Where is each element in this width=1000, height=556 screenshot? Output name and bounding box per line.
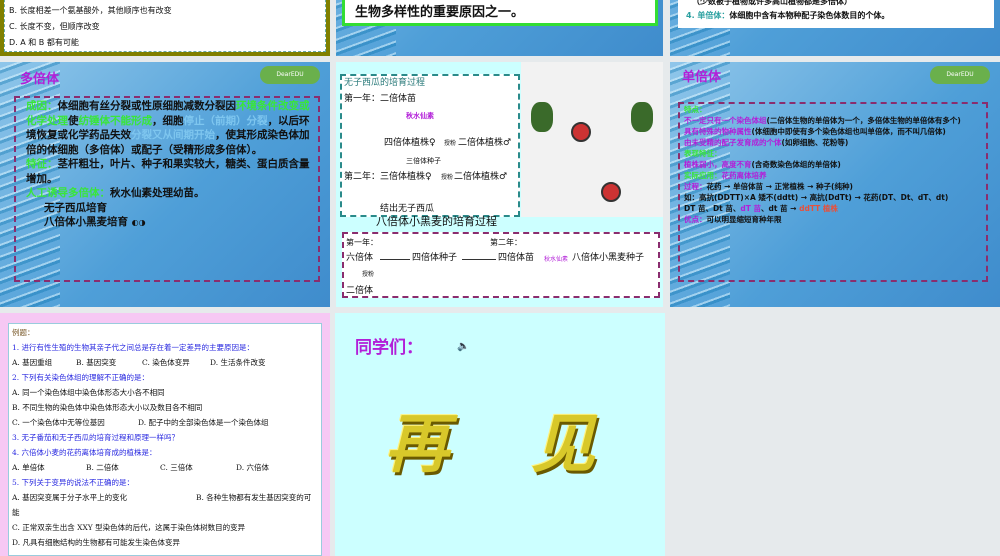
pollination: 授粉: [444, 140, 457, 147]
option: A. 单倍体: [12, 463, 45, 472]
cause-highlight: 纺锤体不能形成: [78, 114, 153, 127]
cause-faint: 分裂又从间期开始: [131, 129, 215, 141]
feature-label: 特征：: [26, 158, 58, 170]
app-text: 花药离体培养: [721, 171, 767, 180]
pollination: 授粉: [441, 174, 454, 181]
octoploid-seed: 八倍体小黑麦种子: [572, 253, 645, 263]
cause-label: 成因：: [26, 100, 58, 112]
option: B. 二倍体: [86, 463, 119, 472]
item-watermelon: 无子西瓜培育: [44, 201, 107, 214]
app-label: 实际应用：: [684, 171, 722, 180]
induce-label: 人工诱导多倍体：: [26, 187, 110, 199]
process-label: 过程：: [684, 182, 707, 191]
show-label: 表现特征：: [684, 149, 722, 158]
tetraploid: 四倍体植株♀: [384, 138, 436, 148]
option-b: B. 长度相差一个氨基酸外，其他顺序也有改变: [9, 6, 172, 15]
speaker-icon: 🔈: [457, 341, 470, 352]
feature-text: 茎杆粗壮，叶片、种子和果实较大，糖类、蛋白质含量增加。: [26, 158, 310, 185]
option-d: D. A 和 B 都有可能: [9, 38, 79, 47]
slide-thumbnail-4[interactable]: DearEDU 多倍体 成因：体细胞有丝分裂或性原细胞减数分裂因环境条件改变或化…: [0, 62, 330, 307]
pollination: 授粉: [362, 271, 375, 278]
box2-title: 八倍体小黑麦的培育过程: [376, 215, 497, 228]
dearedu-logo: DearEDU: [930, 66, 990, 84]
slide-thumbnail-1[interactable]: B. 长度相差一个氨基酸外，其他顺序也有改变 C. 长度不变，但顺序改变 D. …: [0, 0, 330, 56]
year2: 第二年：: [490, 238, 522, 247]
slide-text: （少数被子植物或许多高山植物都是多倍体）: [692, 0, 852, 6]
option: D. 配子中的全部染色体是一个染色体组: [138, 418, 269, 427]
advantage-label: 优点：: [684, 215, 707, 224]
slide-thumbnail-5[interactable]: 无子西瓜的培育过程 第一年：二倍体苗 秋水仙素 四倍体植株♀ 授粉 二倍体植株♂…: [336, 62, 663, 307]
cause-text: 使: [68, 114, 79, 127]
feature-2-note: (体细胞中即使有多个染色体组也叫单倍体，而不叫几倍体): [751, 127, 946, 136]
option-c: C. 长度不变，但顺序改变: [9, 22, 100, 31]
colchicine-label: 秋水仙素: [406, 112, 434, 120]
feature-1-note: (二倍体生物的单倍体为一个，多倍体生物的单倍体有多个): [766, 116, 961, 125]
slide-thumbnail-8[interactable]: 同学们： 🔈 再 见: [335, 313, 665, 556]
process-text: 花药 → 单倍体苗 → 正常植株 → 种子(纯种): [706, 182, 853, 191]
question-4: 4. 六倍体小麦的花药离体培育成的植株是：: [12, 448, 157, 457]
feature-label: 特点：: [684, 105, 707, 114]
sound-icon: ◐◑: [131, 218, 146, 227]
cause-text: 体细胞有丝分裂或性原细胞减数分裂因: [57, 100, 237, 112]
example-result: ddTT 植株: [799, 204, 838, 213]
option: A. 基因重组: [12, 358, 53, 367]
option: C. 三倍体: [160, 463, 193, 472]
option: D. 六倍体: [236, 463, 270, 472]
example-seedlings: DT 苗、Dt 苗、: [684, 204, 741, 213]
induce-text: 秋水仙素处理幼苗。: [110, 187, 205, 199]
option: C. 正常双亲生出含 XXY 型染色体的后代，这属于染色体树数目的变异: [12, 523, 246, 532]
feature-3: 由未受精的配子发育成的个体: [684, 138, 782, 147]
slide-title: 多倍体: [20, 72, 60, 87]
option: D. 生活条件改变: [210, 358, 266, 367]
option: C. 一个染色体中无等位基因: [12, 418, 105, 427]
item-triticale: 八倍体小黑麦培育: [44, 216, 128, 228]
question-1: 1. 进行有性生殖的生物其亲子代之间总是存在着一定差异的主要原因是：: [12, 343, 255, 352]
watermelon-diagram-image: [521, 62, 663, 217]
advantage-text: 可以明显缩短育种年限: [706, 215, 782, 224]
year1: 第一年：二倍体苗: [344, 94, 417, 104]
feature-2: 具有特殊的物种属性: [684, 127, 752, 136]
option: D. 凡具有细胞结构的生物都有可能发生染色体变异: [12, 538, 181, 547]
cause-faint: 停止（前期）分裂: [183, 114, 268, 127]
feature-1: 不一定只有一个染色体组: [684, 116, 767, 125]
question-5: 5. 下列关于变异的说法不正确的是：: [12, 478, 135, 487]
triploid-seed: 三倍体种子: [406, 157, 441, 165]
diploid: 二倍体植株♂: [454, 172, 508, 182]
option: A. 同一个染色体组中染色体形态大小各不相同: [12, 388, 165, 397]
tetraploid-seed: 四倍体种子: [412, 253, 458, 263]
diploid: 二倍体: [346, 286, 374, 296]
heading: 例题：: [12, 328, 35, 337]
slide-thumbnail-6[interactable]: DearEDU 单倍体 特点： 不一定只有一个染色体组(二倍体生物的单倍体为一个…: [670, 62, 1000, 307]
dearedu-logo: DearEDU: [260, 66, 320, 84]
example-text: 如：高抗(DDTT)×A 矮不(ddtt) → 高抗(DdTt) → 花药(DT…: [684, 193, 949, 202]
show-note: (含奇数染色体组的单倍体): [751, 160, 841, 169]
feature-3-note: (如卵细胞、花粉等): [781, 138, 849, 147]
colchicine-label: 秋水仙素: [544, 256, 569, 263]
show-text: 植株弱小，高度不育: [684, 160, 752, 169]
option: B. 不同生物的染色体中染色体形态大小以及数目各不相同: [12, 403, 203, 412]
slide-text: 生物多样性的重要原因之一。: [355, 5, 525, 20]
greeting: 同学们：: [355, 338, 423, 358]
slide-thumbnail-2[interactable]: 生物多样性的重要原因之一。: [336, 0, 663, 56]
diploid: 二倍体植株♂: [458, 138, 512, 148]
haploid-def: 体细胞中含有本物种配子染色体数目的个体。: [729, 11, 890, 20]
slide-thumbnail-3[interactable]: （少数被子植物或许多高山植物都是多倍体） 4. 单倍体：体细胞中含有本物种配子染…: [670, 0, 1000, 56]
question-2: 2. 下列有关染色体组的理解不正确的是：: [12, 373, 150, 382]
goodbye-art-text: 再 见: [385, 407, 626, 482]
year2: 第二年：三倍体植株♀: [344, 172, 432, 182]
year1: 第一年：: [346, 238, 378, 247]
hexaploid: 六倍体: [346, 253, 374, 263]
box1-title: 无子西瓜的培育过程: [344, 78, 426, 88]
question-3: 3. 无子番茄和无子西瓜的培育过程和原理一样吗？: [12, 433, 180, 442]
option: C. 染色体变异: [142, 358, 190, 367]
haploid-label: 4. 单倍体：: [686, 11, 730, 20]
slide-title: 单倍体: [682, 70, 722, 85]
option: A. 基因突变属于分子水平上的变化: [12, 493, 128, 502]
option: B. 基因突变: [76, 358, 117, 367]
example-seedlings: 、dt 苗 →: [760, 204, 797, 213]
slide-thumbnail-7[interactable]: 例题： 1. 进行有性生殖的生物其亲子代之间总是存在着一定差异的主要原因是： A…: [0, 313, 330, 556]
example-dT: dT 苗: [740, 204, 761, 213]
tetraploid-seedling: 四倍体苗: [498, 253, 535, 263]
cause-text: ，细胞: [152, 114, 184, 127]
